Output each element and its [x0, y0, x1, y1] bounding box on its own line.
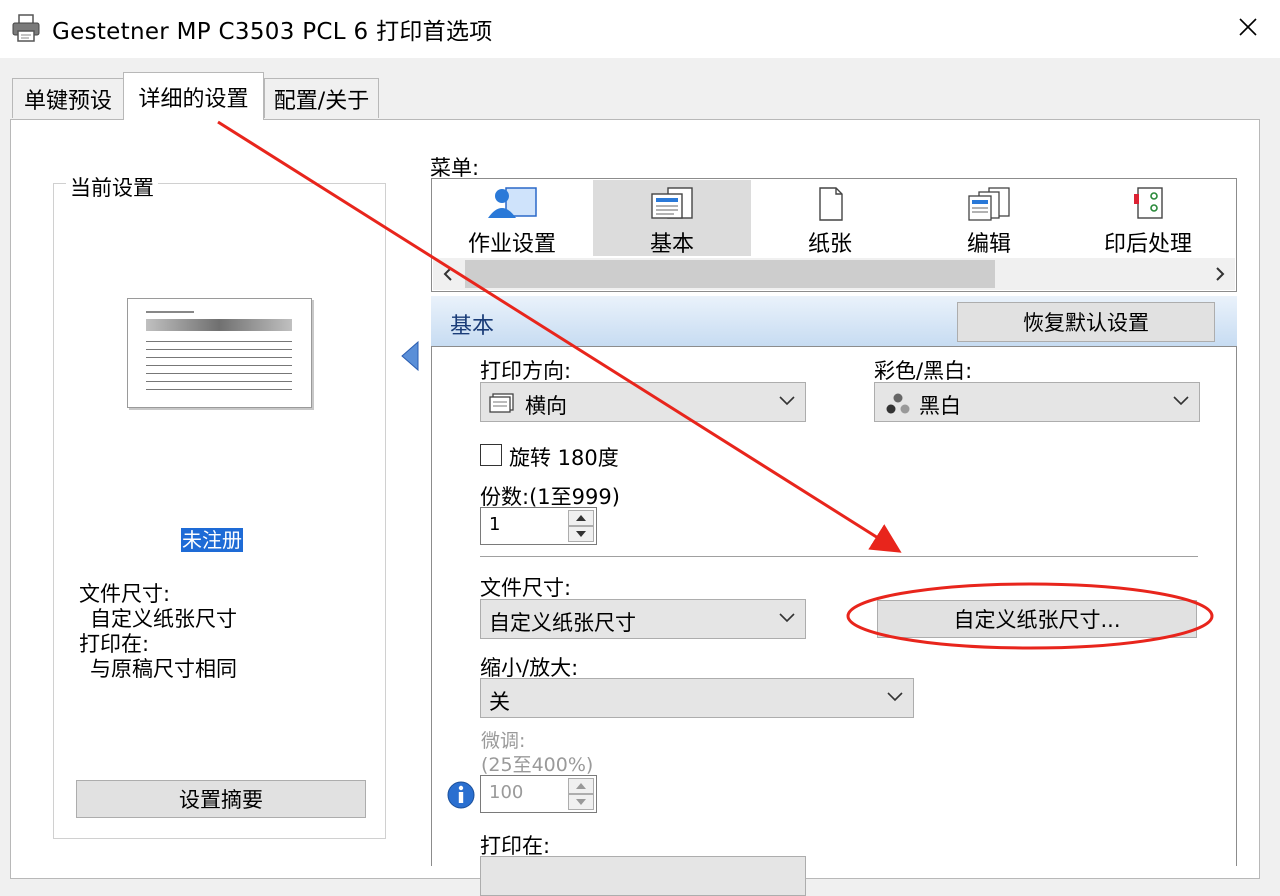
unregistered-label: 未注册 [181, 528, 243, 552]
edit-icon [968, 187, 1010, 221]
printer-icon [12, 14, 40, 42]
color-mode-label: 彩色/黑白: [874, 359, 973, 383]
current-settings-group [53, 183, 386, 839]
preview-line [146, 373, 292, 374]
chevron-down-icon [1173, 396, 1189, 406]
chevron-down-icon [887, 692, 903, 702]
triangle-down-icon [576, 531, 586, 537]
fine-tune-stepper[interactable]: 100 [480, 775, 597, 813]
preview-line [146, 311, 194, 313]
close-icon [1239, 18, 1257, 36]
landscape-page-icon [489, 393, 514, 413]
fine-tune-label: 微调: [481, 730, 526, 752]
fine-tune-decrement-button[interactable] [568, 794, 594, 810]
tab-detailed-settings[interactable]: 详细的设置 [123, 72, 264, 120]
info-icon [447, 781, 475, 809]
reduce-enlarge-value: 关 [489, 690, 510, 714]
copies-stepper[interactable]: 1 [480, 507, 597, 545]
restore-defaults-button[interactable]: 恢复默认设置 [957, 302, 1215, 342]
close-button[interactable] [1222, 6, 1274, 48]
preview-line [146, 381, 292, 382]
menu-item-label: 作业设置 [467, 232, 556, 257]
menu-item-paper[interactable]: 纸张 [751, 180, 909, 257]
copies-decrement-button[interactable] [568, 526, 594, 542]
window-title: Gestetner MP C3503 PCL 6 打印首选项 [52, 19, 493, 45]
preview-header-bar [146, 319, 292, 331]
menu-item-basic[interactable]: 基本 [593, 180, 751, 257]
copies-increment-button[interactable] [568, 510, 594, 526]
section-title: 基本 [450, 314, 495, 339]
page-preview [127, 298, 312, 408]
preview-line [146, 341, 292, 342]
menu-item-edit[interactable]: 编辑 [910, 180, 1068, 257]
fine-tune-value: 100 [489, 782, 524, 803]
preview-line [146, 349, 292, 350]
triangle-down-icon [576, 799, 586, 805]
menu-item-label: 纸张 [807, 232, 852, 257]
orientation-value: 横向 [525, 394, 567, 418]
tab-config-about[interactable]: 配置/关于 [264, 78, 379, 118]
black-white-icon [886, 393, 910, 414]
preview-line [146, 357, 292, 358]
settings-summary-button[interactable]: 设置摘要 [76, 780, 366, 818]
menu-item-job-settings[interactable]: 作业设置 [433, 180, 591, 257]
fine-tune-increment-button[interactable] [568, 778, 594, 794]
current-settings-title: 当前设置 [66, 172, 158, 202]
reduce-enlarge-select[interactable]: 关 [480, 678, 914, 718]
scroll-thumb[interactable] [465, 260, 995, 288]
tab-label: 单键预设 [23, 88, 112, 114]
divider [480, 556, 1198, 557]
chevron-right-icon [1216, 267, 1225, 281]
tab-label: 详细的设置 [138, 86, 249, 112]
orientation-label: 打印方向: [480, 359, 572, 383]
chevron-left-icon [443, 267, 452, 281]
menu-scrollbar[interactable] [433, 258, 1235, 290]
title-bar: Gestetner MP C3503 PCL 6 打印首选项 [0, 0, 1280, 58]
menu-item-label: 印后处理 [1103, 232, 1192, 257]
document-size-label: 文件尺寸: [480, 576, 572, 600]
copies-value: 1 [489, 514, 501, 535]
menu-item-label: 基本 [649, 232, 694, 257]
custom-paper-size-button[interactable]: 自定义纸张尺寸... [877, 600, 1197, 638]
tab-label: 配置/关于 [273, 88, 370, 114]
menu-item-finishing[interactable]: 印后处理 [1069, 180, 1227, 257]
print-on-select[interactable] [480, 856, 806, 896]
triangle-up-icon [576, 515, 586, 521]
chevron-down-icon [779, 396, 795, 406]
triangle-up-icon [576, 783, 586, 789]
rotate-180-checkbox[interactable] [480, 444, 502, 466]
orientation-select[interactable]: 横向 [480, 382, 806, 422]
job-settings-icon [488, 187, 537, 218]
scroll-right-button[interactable] [1205, 258, 1235, 290]
document-size-select[interactable]: 自定义纸张尺寸 [480, 599, 806, 639]
document-size-value: 自定义纸张尺寸 [489, 611, 636, 635]
rotate-180-label: 旋转 180度 [509, 446, 619, 470]
chevron-down-icon [779, 613, 795, 623]
tab-one-click-presets[interactable]: 单键预设 [12, 78, 124, 118]
basic-icon [651, 187, 693, 219]
color-mode-select[interactable]: 黑白 [874, 382, 1200, 422]
scroll-left-button[interactable] [433, 258, 463, 290]
menu-item-label: 编辑 [966, 232, 1011, 257]
fine-tune-range: (25至400%) [481, 754, 594, 776]
finishing-icon [1134, 187, 1163, 219]
preview-line [146, 389, 292, 390]
collapse-left-icon[interactable] [400, 340, 420, 372]
preview-line [146, 365, 292, 366]
color-mode-value: 黑白 [919, 394, 961, 418]
summary-print-on-value: 与原稿尺寸相同 [90, 657, 237, 681]
paper-icon [819, 187, 843, 221]
